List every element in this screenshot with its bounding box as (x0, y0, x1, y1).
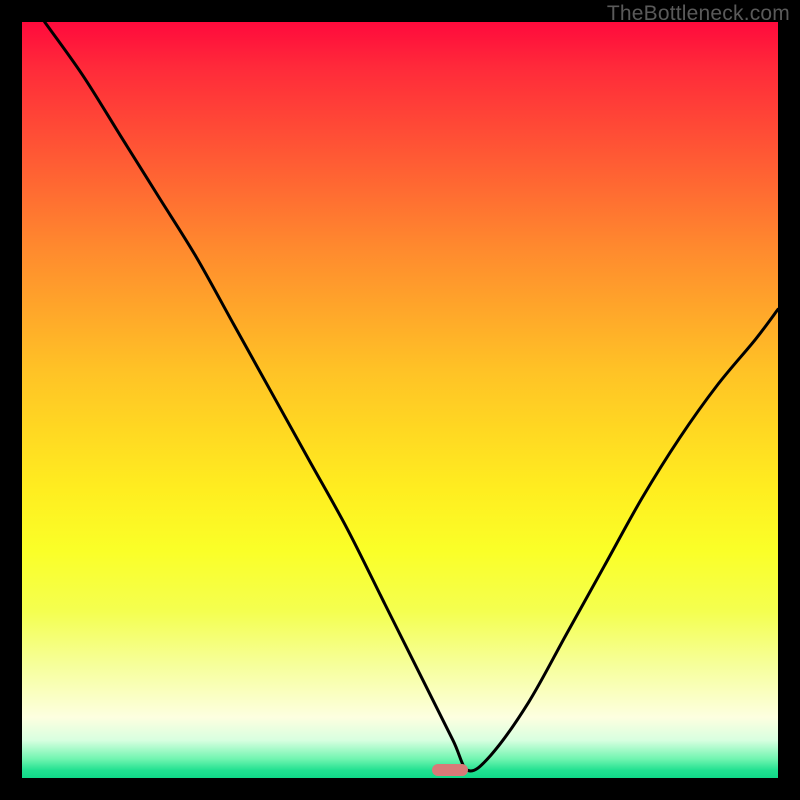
plot-area (22, 22, 778, 778)
chart-frame: TheBottleneck.com (0, 0, 800, 800)
optimal-marker (432, 764, 468, 776)
bottleneck-curve (22, 22, 778, 778)
watermark-text: TheBottleneck.com (607, 2, 790, 26)
